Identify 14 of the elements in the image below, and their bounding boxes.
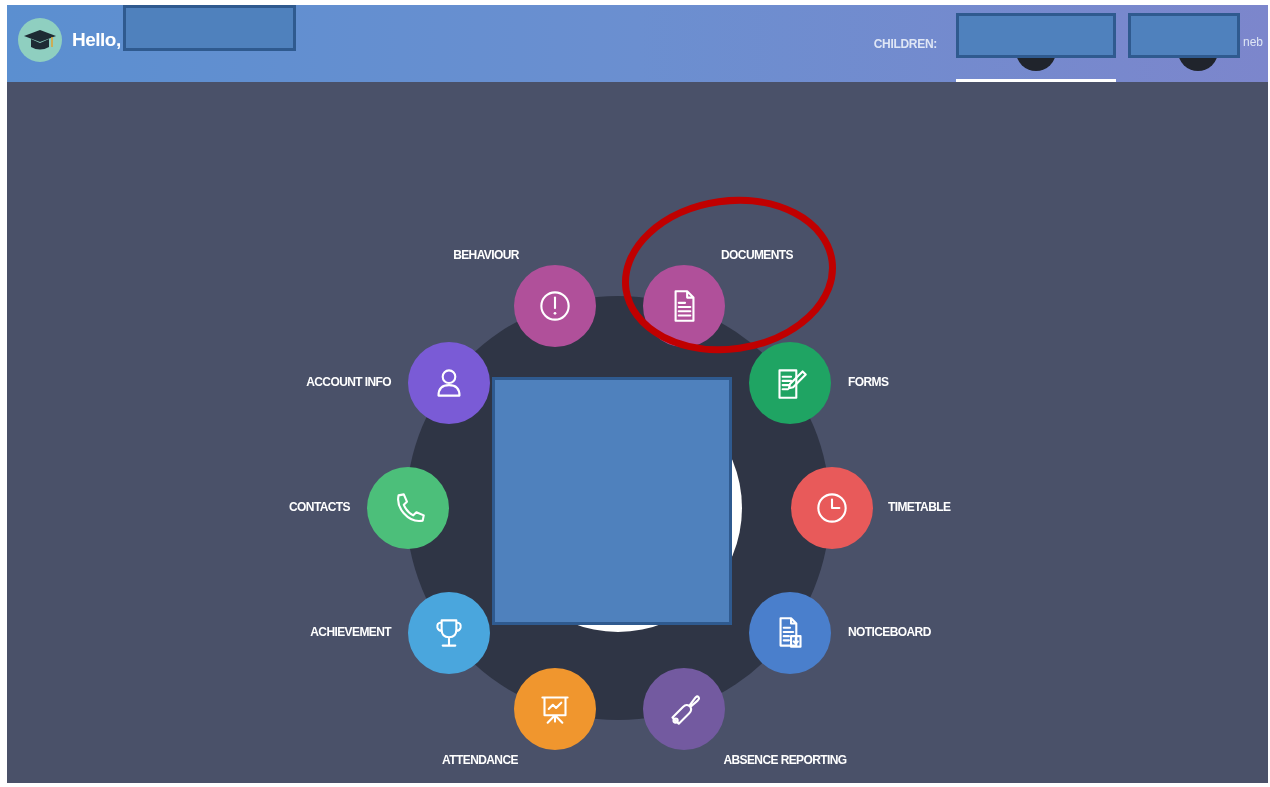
menu-label[interactable]: ACHIEVEMENT xyxy=(310,625,391,639)
child-name: neb xyxy=(1243,35,1264,49)
menu-label[interactable]: FORMS xyxy=(848,375,889,389)
menu-label[interactable]: DOCUMENTS xyxy=(721,248,793,262)
children-label: CHILDREN: xyxy=(873,36,937,51)
menu-label[interactable]: BEHAVIOUR xyxy=(453,248,519,262)
menu-label[interactable]: CONTACTS xyxy=(289,500,350,514)
menu-label[interactable]: ACCOUNT INFO xyxy=(306,375,391,389)
menu-label[interactable]: ATTENDANCE xyxy=(442,753,518,767)
menu-label[interactable]: TIMETABLE xyxy=(888,500,951,514)
greeting-text: Hello, xyxy=(72,29,121,51)
menu-label[interactable]: ABSENCE REPORTING xyxy=(723,753,847,767)
graduation-cap-icon xyxy=(18,18,62,62)
menu-label[interactable]: NOTICEBOARD xyxy=(848,625,931,639)
